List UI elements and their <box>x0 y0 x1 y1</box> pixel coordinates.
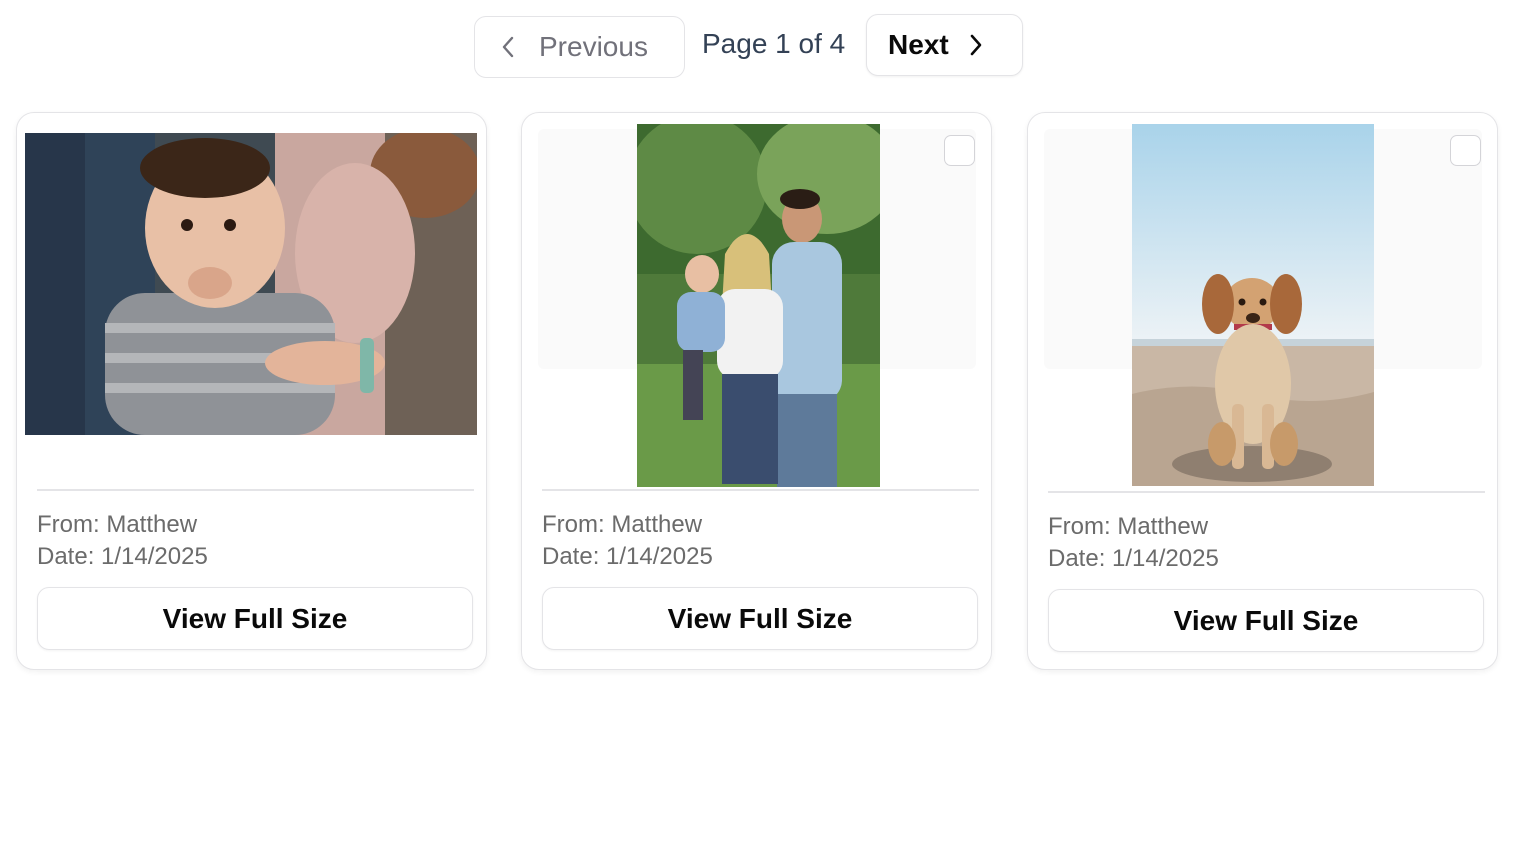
date-text: Date: 1/14/2025 <box>542 543 713 570</box>
pagination: Previous Page 1 of 4 Next <box>0 14 1516 78</box>
dog-on-beach-photo[interactable] <box>1132 124 1374 486</box>
card-divider <box>542 489 979 491</box>
date-text: Date: 1/14/2025 <box>1048 545 1219 572</box>
sender-text: From: Matthew <box>542 511 703 538</box>
next-label: Next <box>888 29 949 60</box>
photo-card: From: Matthew Date: 1/14/2025 View Full … <box>16 112 487 670</box>
card-meta: From: Matthew Date: 1/14/2025 <box>542 509 713 573</box>
card-divider <box>1048 491 1485 493</box>
select-checkbox[interactable] <box>944 135 975 166</box>
family-photo[interactable] <box>637 124 880 487</box>
photo-card: From: Matthew Date: 1/14/2025 View Full … <box>521 112 992 670</box>
card-meta: From: Matthew Date: 1/14/2025 <box>1048 511 1219 575</box>
next-button[interactable]: Next <box>866 14 1023 76</box>
photo-card: From: Matthew Date: 1/14/2025 View Full … <box>1027 112 1498 670</box>
chevron-right-icon <box>969 33 983 57</box>
chevron-left-icon <box>501 35 515 59</box>
page-indicator: Page 1 of 4 <box>702 28 846 59</box>
baby-photo[interactable] <box>25 133 477 435</box>
view-full-size-button[interactable]: View Full Size <box>37 587 473 650</box>
date-text: Date: 1/14/2025 <box>37 543 208 570</box>
card-divider <box>37 489 474 491</box>
view-full-size-button[interactable]: View Full Size <box>1048 589 1484 652</box>
previous-button[interactable]: Previous <box>474 16 685 78</box>
sender-text: From: Matthew <box>37 511 198 538</box>
view-full-size-button[interactable]: View Full Size <box>542 587 978 650</box>
select-checkbox[interactable] <box>1450 135 1481 166</box>
sender-text: From: Matthew <box>1048 513 1209 540</box>
previous-label: Previous <box>539 31 648 62</box>
card-meta: From: Matthew Date: 1/14/2025 <box>37 509 208 573</box>
